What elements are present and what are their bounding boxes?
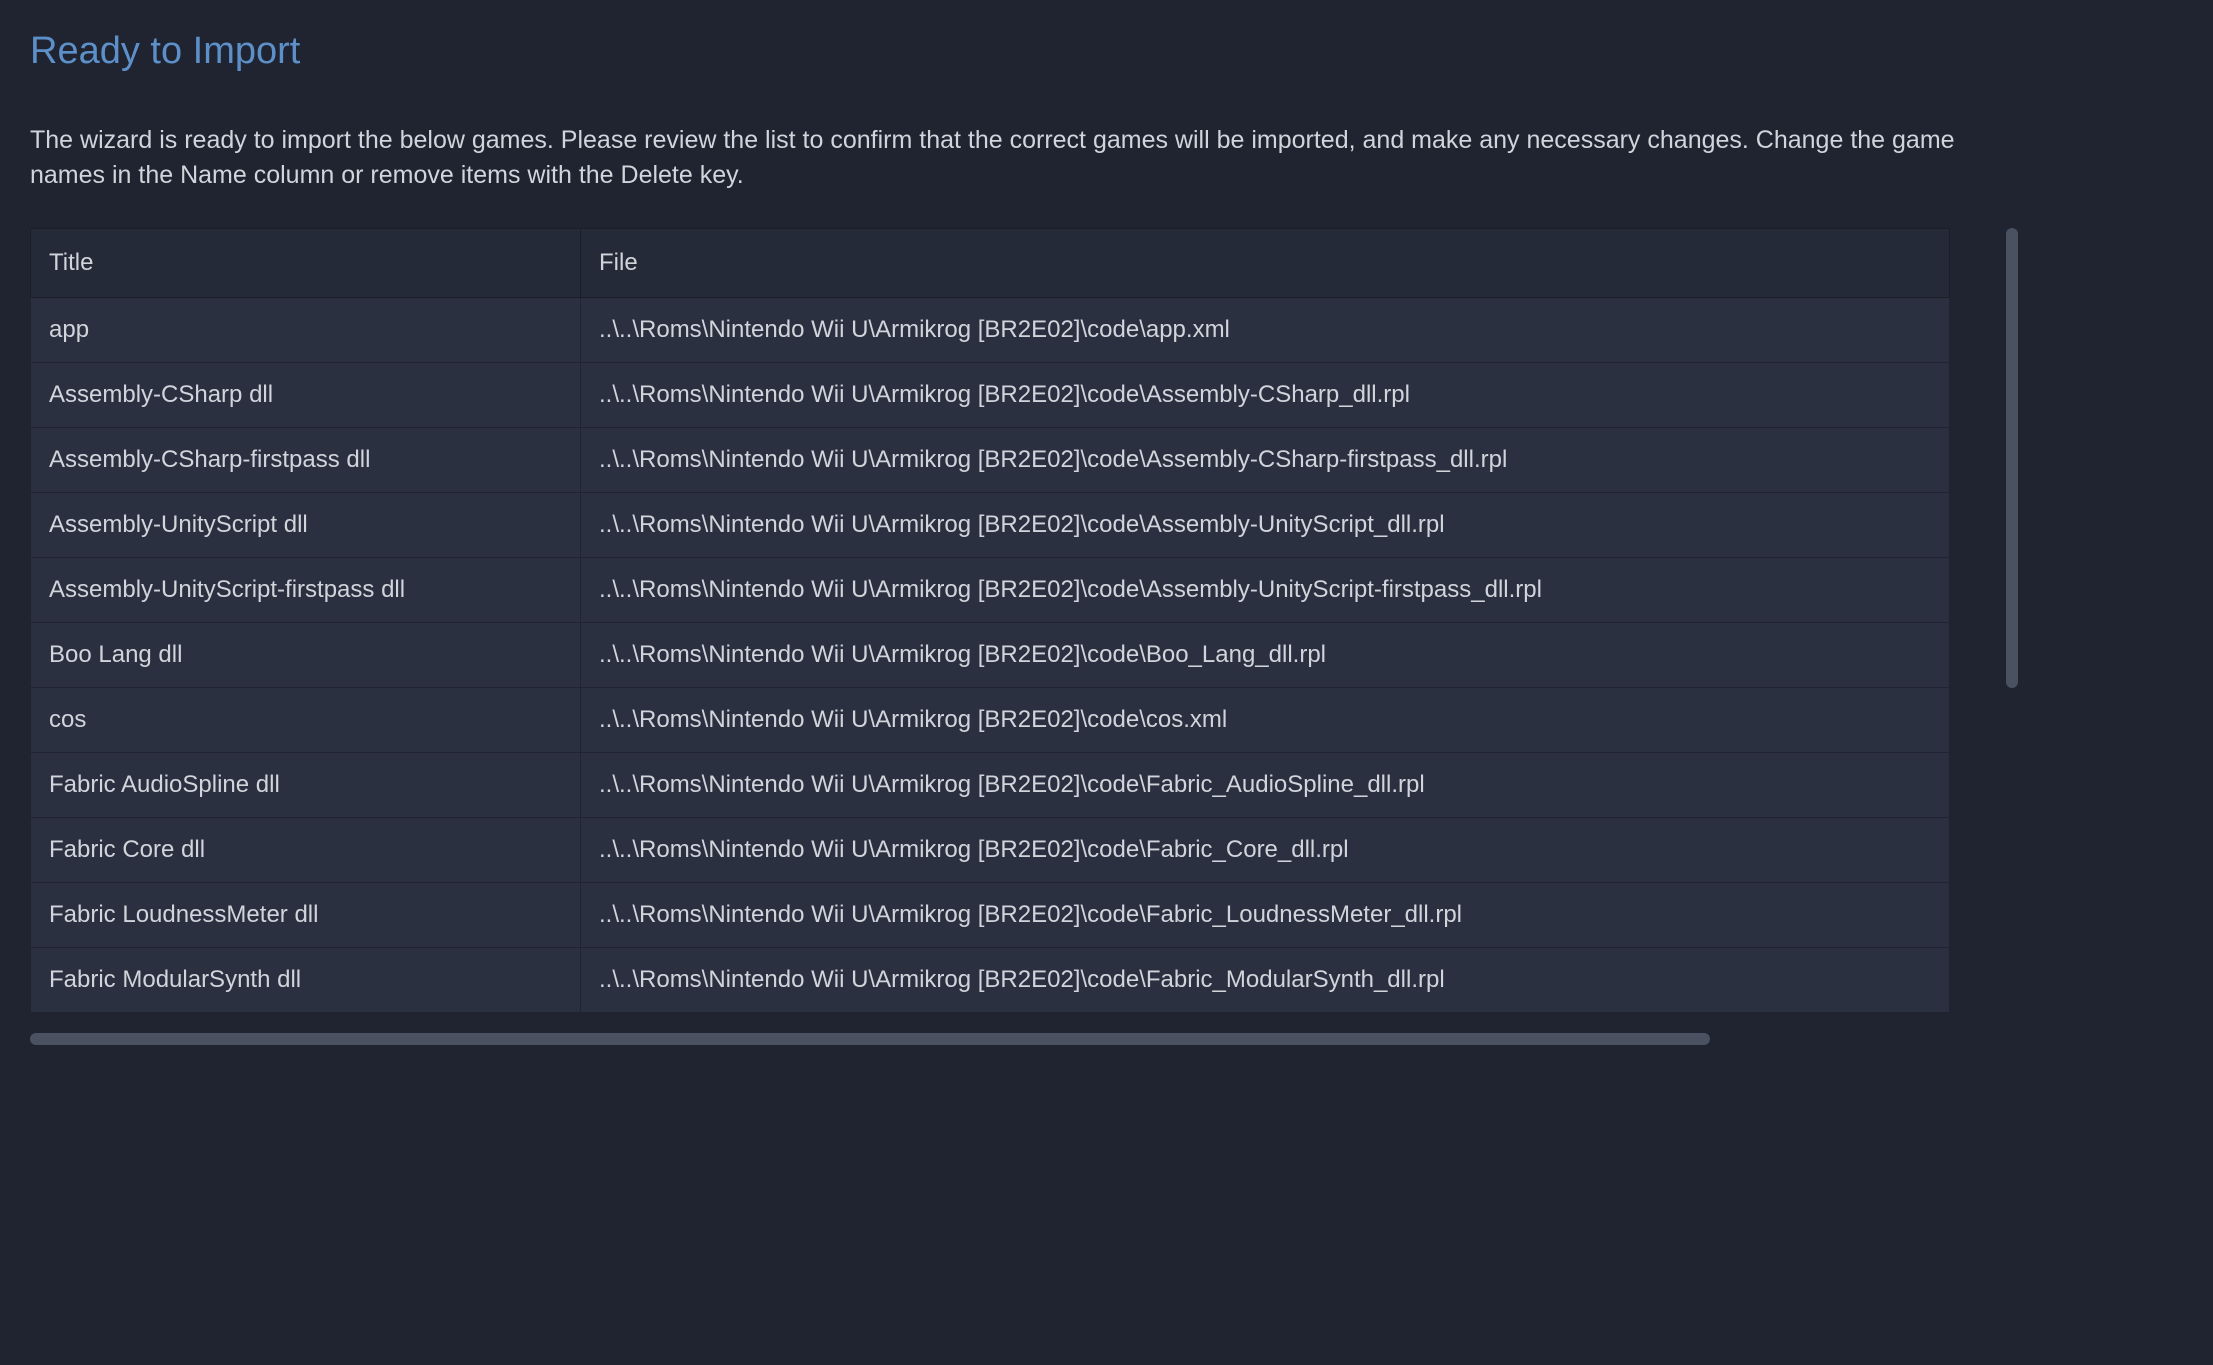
table-row[interactable]: Fabric LoudnessMeter dll ..\..\Roms\Nint… [31, 883, 1950, 948]
table-row[interactable]: Assembly-CSharp dll ..\..\Roms\Nintendo … [31, 363, 1950, 428]
horizontal-scrollbar[interactable] [30, 1033, 1950, 1045]
cell-title[interactable]: Assembly-CSharp dll [31, 363, 581, 428]
table-row[interactable]: app ..\..\Roms\Nintendo Wii U\Armikrog [… [31, 298, 1950, 363]
cell-title[interactable]: Assembly-CSharp-firstpass dll [31, 428, 581, 493]
import-table-container: Title File app ..\..\Roms\Nintendo Wii U… [30, 228, 1990, 1045]
cell-title[interactable]: Boo Lang dll [31, 623, 581, 688]
column-header-file[interactable]: File [581, 229, 1950, 298]
cell-file[interactable]: ..\..\Roms\Nintendo Wii U\Armikrog [BR2E… [581, 493, 1950, 558]
table-row[interactable]: cos ..\..\Roms\Nintendo Wii U\Armikrog [… [31, 688, 1950, 753]
cell-file[interactable]: ..\..\Roms\Nintendo Wii U\Armikrog [BR2E… [581, 883, 1950, 948]
table-header-row: Title File [31, 229, 1950, 298]
cell-title[interactable]: Assembly-UnityScript-firstpass dll [31, 558, 581, 623]
table-row[interactable]: Assembly-UnityScript dll ..\..\Roms\Nint… [31, 493, 1950, 558]
cell-title[interactable]: app [31, 298, 581, 363]
table-row[interactable]: Fabric AudioSpline dll ..\..\Roms\Ninten… [31, 753, 1950, 818]
cell-file[interactable]: ..\..\Roms\Nintendo Wii U\Armikrog [BR2E… [581, 558, 1950, 623]
table-row[interactable]: Assembly-UnityScript-firstpass dll ..\..… [31, 558, 1950, 623]
cell-file[interactable]: ..\..\Roms\Nintendo Wii U\Armikrog [BR2E… [581, 688, 1950, 753]
table-scroll-area[interactable]: Title File app ..\..\Roms\Nintendo Wii U… [30, 228, 1990, 1013]
cell-title[interactable]: Fabric Core dll [31, 818, 581, 883]
cell-title[interactable]: Fabric LoudnessMeter dll [31, 883, 581, 948]
cell-file[interactable]: ..\..\Roms\Nintendo Wii U\Armikrog [BR2E… [581, 818, 1950, 883]
table-row[interactable]: Assembly-CSharp-firstpass dll ..\..\Roms… [31, 428, 1950, 493]
table-body: app ..\..\Roms\Nintendo Wii U\Armikrog [… [31, 298, 1950, 1013]
wizard-description: The wizard is ready to import the below … [30, 123, 1990, 193]
vertical-scrollbar[interactable] [2006, 228, 2018, 688]
cell-title[interactable]: Fabric AudioSpline dll [31, 753, 581, 818]
cell-file[interactable]: ..\..\Roms\Nintendo Wii U\Armikrog [BR2E… [581, 363, 1950, 428]
cell-file[interactable]: ..\..\Roms\Nintendo Wii U\Armikrog [BR2E… [581, 428, 1950, 493]
import-table[interactable]: Title File app ..\..\Roms\Nintendo Wii U… [30, 228, 1950, 1013]
table-row[interactable]: Fabric ModularSynth dll ..\..\Roms\Ninte… [31, 948, 1950, 1013]
page-title: Ready to Import [30, 30, 2183, 73]
table-row[interactable]: Boo Lang dll ..\..\Roms\Nintendo Wii U\A… [31, 623, 1950, 688]
cell-file[interactable]: ..\..\Roms\Nintendo Wii U\Armikrog [BR2E… [581, 753, 1950, 818]
horizontal-scrollbar-thumb[interactable] [30, 1033, 1710, 1045]
table-row[interactable]: Fabric Core dll ..\..\Roms\Nintendo Wii … [31, 818, 1950, 883]
vertical-scrollbar-thumb[interactable] [2006, 228, 2018, 688]
cell-title[interactable]: cos [31, 688, 581, 753]
column-header-title[interactable]: Title [31, 229, 581, 298]
cell-file[interactable]: ..\..\Roms\Nintendo Wii U\Armikrog [BR2E… [581, 623, 1950, 688]
cell-file[interactable]: ..\..\Roms\Nintendo Wii U\Armikrog [BR2E… [581, 298, 1950, 363]
cell-file[interactable]: ..\..\Roms\Nintendo Wii U\Armikrog [BR2E… [581, 948, 1950, 1013]
cell-title[interactable]: Assembly-UnityScript dll [31, 493, 581, 558]
cell-title[interactable]: Fabric ModularSynth dll [31, 948, 581, 1013]
